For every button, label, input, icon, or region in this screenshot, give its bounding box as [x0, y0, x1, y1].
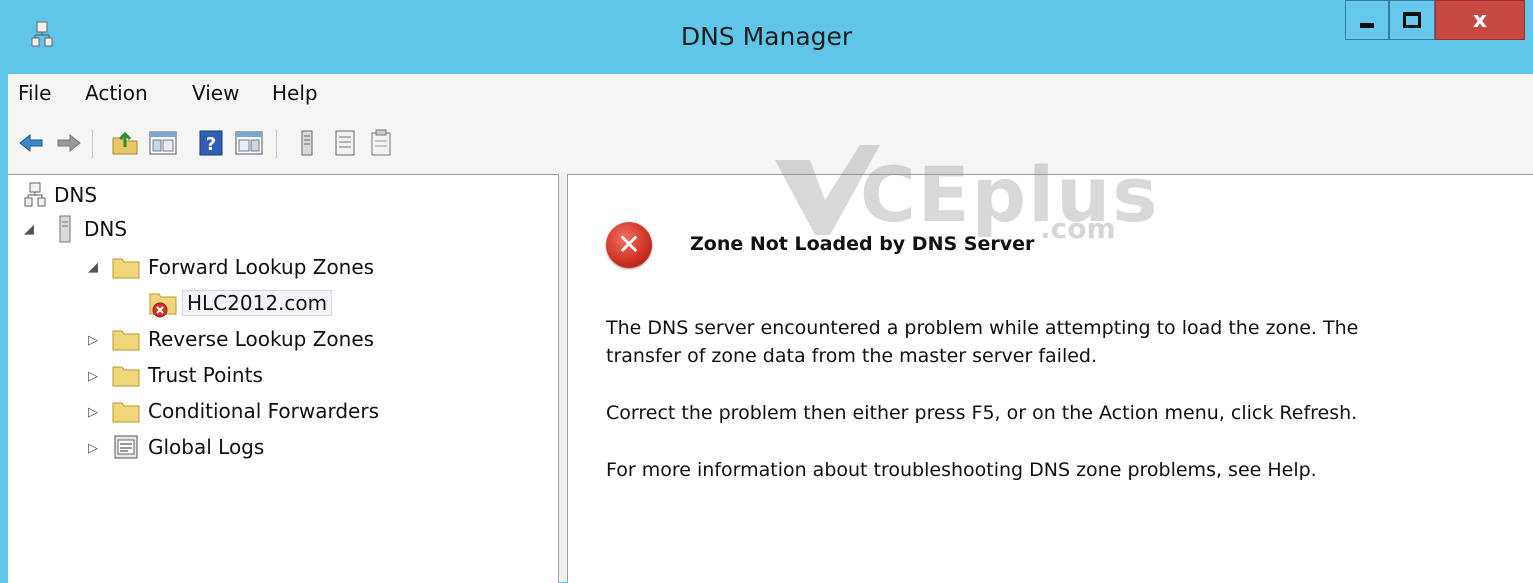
close-icon: x [1472, 7, 1488, 33]
tree-node-zone-hlc2012[interactable]: HLC2012.com [148, 287, 333, 319]
tree-label: DNS [84, 217, 128, 241]
tree-node-dns-server[interactable]: DNS [54, 213, 127, 245]
server-icon [59, 215, 71, 243]
up-folder-icon[interactable] [110, 128, 140, 158]
tree-node-conditional-forwarders[interactable]: Conditional Forwarders [112, 395, 379, 427]
zone-error-icon [149, 293, 177, 318]
server-icon[interactable] [292, 128, 322, 158]
menu-help[interactable]: Help [272, 81, 318, 105]
tree-node-trust-points[interactable]: Trust Points [112, 359, 263, 391]
menu-bar: File Action View Help [8, 74, 1533, 118]
toolbar: ? [8, 118, 1533, 172]
expand-arrow-icon[interactable]: ▷ [88, 369, 98, 384]
minimize-button[interactable] [1345, 0, 1389, 40]
folder-icon [112, 366, 140, 387]
back-arrow-icon[interactable] [16, 128, 46, 158]
help-icon[interactable]: ? [196, 128, 226, 158]
tree-node-forward-lookup-zones[interactable]: Forward Lookup Zones [112, 251, 374, 283]
expand-arrow-icon[interactable]: ▷ [88, 405, 98, 420]
dns-root-icon [24, 182, 46, 207]
window-title: DNS Manager [680, 22, 853, 51]
menu-file[interactable]: File [18, 81, 51, 105]
collapse-arrow-icon[interactable]: ◢ [24, 222, 34, 237]
expand-arrow-icon[interactable]: ▷ [88, 441, 98, 456]
title-bar[interactable]: DNS Manager x [0, 0, 1533, 74]
folder-icon [112, 330, 140, 351]
close-button[interactable]: x [1435, 0, 1525, 40]
tree-node-global-logs[interactable]: Global Logs [112, 431, 264, 463]
menu-view[interactable]: View [192, 81, 239, 105]
properties-icon[interactable] [366, 128, 396, 158]
folder-icon [112, 258, 140, 279]
error-instruction: Correct the problem then either press F5… [606, 402, 1358, 424]
forward-arrow-icon[interactable] [54, 128, 84, 158]
maximize-button[interactable] [1389, 0, 1435, 40]
toolbar-separator [92, 130, 93, 158]
tree-node-dns-root[interactable]: DNS [24, 179, 97, 211]
console-tree[interactable]: DNS ◢ DNS ◢ Forward Lookup Zones HLC2012… [8, 174, 559, 583]
menu-action[interactable]: Action [85, 81, 148, 105]
error-icon: ✕ [606, 222, 652, 268]
tree-label: HLC2012.com [182, 290, 333, 316]
tree-label: Trust Points [148, 363, 263, 387]
toolbar-separator [276, 130, 277, 158]
expand-arrow-icon[interactable]: ▷ [88, 333, 98, 348]
tree-label: Global Logs [148, 435, 265, 459]
pane-splitter[interactable] [559, 174, 567, 582]
minimize-icon [1360, 22, 1374, 28]
tree-node-reverse-lookup-zones[interactable]: Reverse Lookup Zones [112, 323, 374, 355]
tree-label: Reverse Lookup Zones [148, 327, 375, 351]
dns-manager-window: DNS Manager x File Action View Help ? DN… [0, 0, 1533, 583]
event-log-icon [114, 435, 138, 459]
watermark-suffix: .com [1040, 212, 1116, 245]
tree-label: Forward Lookup Zones [148, 255, 375, 279]
client-area: File Action View Help ? DNS ◢ DNS ◢ Forw… [8, 74, 1533, 583]
tree-label: DNS [54, 183, 98, 207]
maximize-icon [1403, 12, 1421, 28]
folder-icon [112, 402, 140, 423]
error-message-line-1: The DNS server encountered a problem whi… [606, 317, 1359, 339]
collapse-arrow-icon[interactable]: ◢ [88, 260, 98, 275]
error-message-line-2: transfer of zone data from the master se… [606, 345, 1098, 367]
show-hide-action-pane-icon[interactable] [234, 128, 264, 158]
list-icon[interactable] [330, 128, 360, 158]
svg-text:?: ? [206, 134, 216, 155]
show-hide-console-tree-icon[interactable] [148, 128, 178, 158]
help-hint: For more information about troubleshooti… [606, 459, 1317, 481]
tree-label: Conditional Forwarders [148, 399, 379, 423]
